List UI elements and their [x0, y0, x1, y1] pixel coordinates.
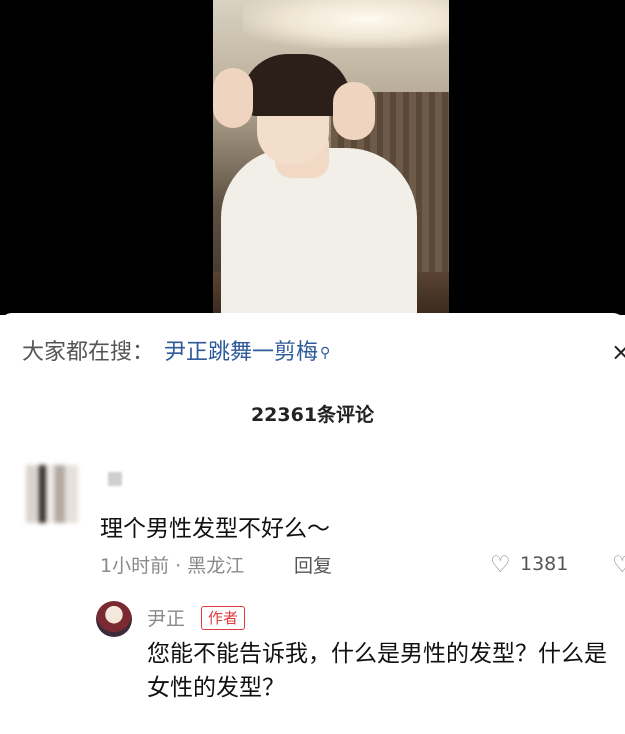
- reply-button[interactable]: 回复: [294, 551, 332, 578]
- reply-text: 您能不能告诉我，什么是男性的发型？什么是女性的发型？: [147, 641, 607, 701]
- heart-outline-icon[interactable]: ♡: [490, 551, 511, 579]
- comment-text: 理个男性发型不好么～: [100, 516, 330, 542]
- comment-count: 22361条评论: [250, 404, 375, 426]
- trending-search-prefix: 大家都在搜：: [22, 340, 155, 365]
- comment-meta: 1小时前 · 黑龙江: [100, 555, 245, 577]
- figure-hand-right: [333, 82, 375, 140]
- commenter-avatar[interactable]: [26, 465, 78, 523]
- reply-username[interactable]: 尹正: [147, 604, 185, 631]
- comments-panel: 大家都在搜： 尹正跳舞一剪梅 ⚲ × 22361条评论 理个男性发型不好么～ 1小时…: [0, 313, 625, 734]
- search-icon: ⚲: [320, 345, 331, 361]
- ceiling-light: [243, 0, 449, 48]
- like-count: 1381: [520, 553, 569, 575]
- author-avatar[interactable]: [96, 601, 132, 637]
- trending-search-row[interactable]: 大家都在搜： 尹正跳舞一剪梅 ⚲: [22, 335, 595, 371]
- video-frame[interactable]: [213, 0, 449, 315]
- commenter-username-blurred[interactable]: [108, 472, 122, 486]
- figure-hand-left: [213, 68, 253, 128]
- trending-search-term[interactable]: 尹正跳舞一剪梅: [164, 340, 318, 365]
- close-icon[interactable]: ×: [611, 334, 625, 370]
- heart-outline-icon[interactable]: ♡: [612, 551, 625, 579]
- author-badge: 作者: [201, 606, 246, 630]
- video-player[interactable]: [0, 0, 625, 315]
